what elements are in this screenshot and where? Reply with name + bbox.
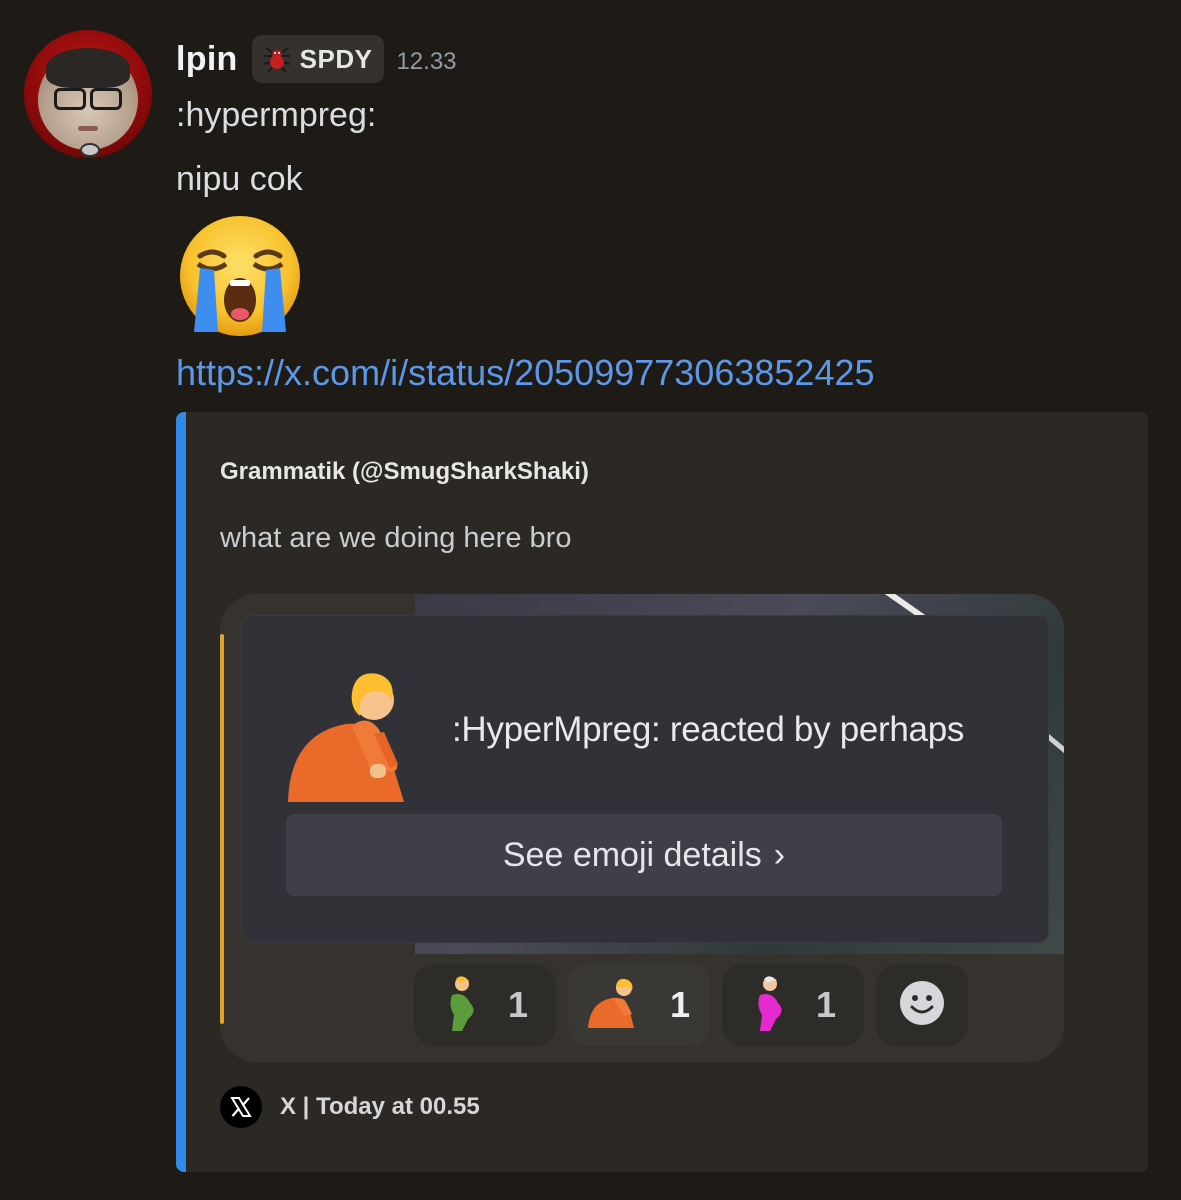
embed-accent-bar: [176, 412, 186, 1172]
embed-image[interactable]: :HyperMpreg: reacted by perhaps See emoj…: [220, 594, 1064, 1062]
embed-description: what are we doing here bro: [220, 522, 572, 554]
loudly-crying-face-icon[interactable]: [178, 214, 302, 338]
link-embed: Grammatik (@SmugSharkShaki) what are we …: [176, 412, 1148, 1172]
emoji-popup: :HyperMpreg: reacted by perhaps See emoj…: [242, 616, 1048, 942]
see-emoji-details-label: See emoji details: [502, 835, 762, 874]
username[interactable]: lpin: [176, 40, 238, 79]
message-header: lpin SPDY 12.33: [176, 34, 457, 84]
avatar-decoration: [80, 143, 100, 157]
reaction-hyper-pregnant[interactable]: 1: [568, 964, 710, 1046]
reactions-bar: 1 1 1: [414, 964, 968, 1046]
image-edge-line: [220, 634, 224, 1024]
embed-footer: X | Today at 00.55: [220, 1086, 480, 1128]
message-line-1: :hypermpreg:: [176, 96, 377, 134]
pregnant-person-green-icon: [442, 975, 482, 1036]
reaction-count: 1: [815, 984, 837, 1025]
chevron-right-icon: ›: [773, 835, 786, 874]
pregnant-person-pink-icon: [750, 975, 790, 1036]
server-tag[interactable]: SPDY: [251, 35, 385, 83]
avatar-glasses: [54, 88, 122, 110]
reaction-count: 1: [669, 984, 691, 1025]
embed-author[interactable]: Grammatik (@SmugSharkShaki): [220, 458, 589, 486]
spider-icon: [260, 42, 294, 76]
avatar-mouth: [78, 126, 98, 131]
embed-footer-text: X | Today at 00.55: [280, 1093, 480, 1120]
popup-title: :HyperMpreg: reacted by perhaps: [452, 710, 965, 749]
reaction-pregnant-pink[interactable]: 1: [722, 964, 864, 1046]
message-timestamp[interactable]: 12.33: [396, 48, 456, 76]
tweet-link[interactable]: https://x.com/i/status/20509977306385242…: [176, 352, 875, 394]
add-reaction-button[interactable]: [876, 964, 968, 1046]
smiley-icon: [899, 980, 945, 1031]
user-avatar[interactable]: [24, 30, 152, 158]
reaction-count: 1: [507, 984, 529, 1025]
tag-label: SPDY: [299, 43, 373, 74]
chat-message: lpin SPDY 12.33 :hypermpreg: nipu cok ht…: [0, 0, 1181, 1200]
x-logo-icon: [220, 1086, 262, 1128]
see-emoji-details-button[interactable]: See emoji details ›: [286, 814, 1002, 896]
reaction-pregnant-green[interactable]: 1: [414, 964, 556, 1046]
message-line-2: nipu cok: [176, 160, 303, 198]
avatar-hair: [46, 48, 130, 88]
hyper-pregnant-orange-icon: [587, 978, 644, 1033]
hyper-pregnant-emoji-icon: [286, 664, 426, 802]
